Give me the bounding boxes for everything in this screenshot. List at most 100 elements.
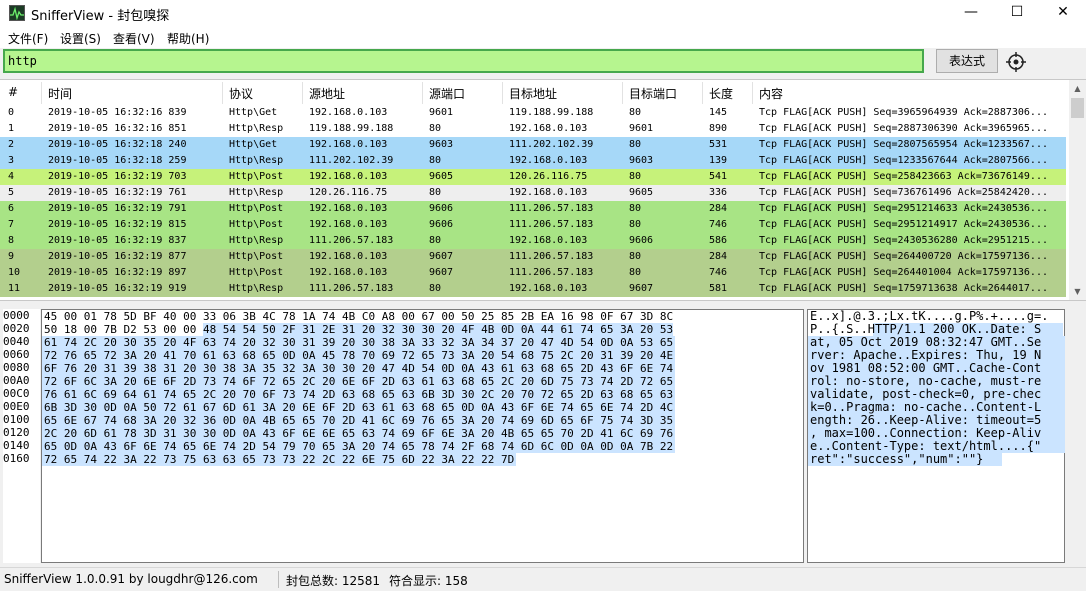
column-divider[interactable] <box>622 82 623 104</box>
hex-line: 72 6F 6C 3A 20 6E 6F 2D 73 74 6F 72 65 2… <box>42 375 803 388</box>
minimize-button[interactable]: — <box>948 0 994 26</box>
packet-source: 111.206.57.183 <box>309 235 394 246</box>
table-row[interactable]: 10 2019-10-05 16:32:19 897 Http\Post 192.16… <box>0 265 1066 281</box>
packet-source: 192.168.0.103 <box>309 203 388 214</box>
table-row[interactable]: 7 2019-10-05 16:32:19 815 Http\Post 192.168… <box>0 217 1066 233</box>
packet-rows: 0 2019-10-05 16:32:16 839 Http\Get 192.168.… <box>0 105 1066 297</box>
hex-dump-pane: 0000 0020 0040 0060 0080 00A0 00C0 00E0 0100 0120… <box>0 307 1086 565</box>
packet-destination-port: 80 <box>629 219 642 230</box>
maximize-button[interactable]: ☐ <box>994 0 1040 26</box>
column-divider[interactable] <box>502 82 503 104</box>
filter-input[interactable] <box>3 49 924 73</box>
packet-time: 2019-10-05 16:32:16 839 <box>48 107 187 118</box>
packet-list[interactable]: # 时间 协议 源地址 源端口 目标地址 目标端口 长度 内容 0 2019-10… <box>0 79 1086 301</box>
column-header-index[interactable]: # <box>8 85 18 99</box>
packet-length: 746 <box>709 219 728 230</box>
column-header-content[interactable]: 内容 <box>759 85 783 102</box>
hex-line: 45 00 01 78 5D BF 40 00 33 06 3B 4C 78 1… <box>42 310 803 323</box>
packet-time: 2019-10-05 16:32:19 791 <box>48 203 187 214</box>
packet-list-header: # 时间 协议 源地址 源端口 目标地址 目标端口 长度 内容 <box>0 80 1066 106</box>
packet-length: 746 <box>709 267 728 278</box>
hex-bytes: 61 74 2C 20 30 35 20 4F 63 74 20 32 30 3… <box>44 336 674 349</box>
scroll-down-arrow-icon[interactable]: ▼ <box>1069 283 1086 300</box>
table-row[interactable]: 3 2019-10-05 16:32:18 259 Http\Resp 111.202… <box>0 153 1066 169</box>
table-row[interactable]: 4 2019-10-05 16:32:19 703 Http\Post 192.168… <box>0 169 1066 185</box>
column-divider[interactable] <box>302 82 303 104</box>
hex-offset: 0040 <box>3 335 30 348</box>
column-header-protocol[interactable]: 协议 <box>229 85 253 102</box>
expression-button[interactable]: 表达式 <box>936 49 998 73</box>
packet-list-scrollbar[interactable]: ▲ ▼ <box>1069 80 1086 300</box>
column-divider[interactable] <box>222 82 223 104</box>
hex-line: 76 61 6C 69 64 61 74 65 2C 20 70 6F 73 7… <box>42 388 803 401</box>
packet-content: Tcp FLAG[ACK PUSH] Seq=1759713638 Ack=26… <box>759 283 1048 294</box>
packet-destination: 192.168.0.103 <box>509 283 588 294</box>
column-header-destination-port[interactable]: 目标端口 <box>629 85 677 102</box>
table-row[interactable]: 6 2019-10-05 16:32:19 791 Http\Post 192.168… <box>0 201 1066 217</box>
packet-time: 2019-10-05 16:32:19 877 <box>48 251 187 262</box>
packet-source: 192.168.0.103 <box>309 251 388 262</box>
packet-content: Tcp FLAG[ACK PUSH] Seq=2951214633 Ack=24… <box>759 203 1048 214</box>
column-divider[interactable] <box>752 82 753 104</box>
table-row[interactable]: 5 2019-10-05 16:32:19 761 Http\Resp 120.26.… <box>0 185 1066 201</box>
column-header-destination[interactable]: 目标地址 <box>509 85 557 102</box>
column-divider[interactable] <box>422 82 423 104</box>
column-divider[interactable] <box>41 82 42 104</box>
packet-index: 6 <box>8 203 15 214</box>
packet-content: Tcp FLAG[ACK PUSH] Seq=2807565954 Ack=12… <box>759 139 1048 150</box>
status-app-info: SnifferView 1.0.0.91 by lougdhr@126.com <box>4 572 258 586</box>
menu-help[interactable]: 帮助(H) <box>167 30 209 47</box>
packet-source-port: 9601 <box>429 107 454 118</box>
status-total-packets: 封包总数: 12581 <box>286 574 381 588</box>
packet-index: 4 <box>8 171 15 182</box>
table-row[interactable]: 0 2019-10-05 16:32:16 839 Http\Get 192.168.… <box>0 105 1066 121</box>
packet-destination: 119.188.99.188 <box>509 107 594 118</box>
packet-time: 2019-10-05 16:32:19 919 <box>48 283 187 294</box>
packet-destination: 192.168.0.103 <box>509 235 588 246</box>
column-divider[interactable] <box>702 82 703 104</box>
hex-line: 72 65 74 22 3A 22 73 75 63 63 65 73 73 2… <box>42 453 803 466</box>
packet-time: 2019-10-05 16:32:16 851 <box>48 123 187 134</box>
table-row[interactable]: 11 2019-10-05 16:32:19 919 Http\Resp 111.20… <box>0 281 1066 297</box>
menu-file[interactable]: 文件(F) <box>8 30 48 47</box>
hex-line: 50 18 00 7B D2 53 00 00 48 54 54 50 2F 3… <box>42 323 803 336</box>
column-header-length[interactable]: 长度 <box>709 85 733 102</box>
hex-bytes-view[interactable]: 45 00 01 78 5D BF 40 00 33 06 3B 4C 78 1… <box>41 309 804 563</box>
packet-destination-port: 80 <box>629 107 642 118</box>
table-row[interactable]: 1 2019-10-05 16:32:16 851 Http\Resp 119.188… <box>0 121 1066 137</box>
packet-destination-port: 80 <box>629 139 642 150</box>
packet-destination: 111.202.102.39 <box>509 139 594 150</box>
crosshair-icon[interactable] <box>1006 52 1026 72</box>
hex-offset: 0120 <box>3 426 30 439</box>
packet-index: 1 <box>8 123 15 134</box>
ascii-text: rver: Apache..Expires: Thu, 19 N <box>810 348 1042 362</box>
close-button[interactable]: ✕ <box>1040 0 1086 26</box>
ascii-view[interactable]: E..x].@.3.;Lx.tK....g.P%.+....g=. P..{.S.… <box>807 309 1065 563</box>
window-title: SnifferView - 封包嗅探 <box>31 9 170 24</box>
table-row[interactable]: 2 2019-10-05 16:32:18 240 Http\Get 192.168.… <box>0 137 1066 153</box>
column-header-source-port[interactable]: 源端口 <box>429 85 465 102</box>
packet-content: Tcp FLAG[ACK PUSH] Seq=3965964939 Ack=28… <box>759 107 1048 118</box>
ascii-text: at, 05 Oct 2019 08:32:47 GMT..Se <box>810 335 1042 349</box>
table-row[interactable]: 8 2019-10-05 16:32:19 837 Http\Resp 111.206… <box>0 233 1066 249</box>
table-row[interactable]: 9 2019-10-05 16:32:19 877 Http\Post 192.168… <box>0 249 1066 265</box>
packet-content: Tcp FLAG[ACK PUSH] Seq=264401004 Ack=175… <box>759 267 1048 278</box>
packet-time: 2019-10-05 16:32:18 259 <box>48 155 187 166</box>
hex-line: 2C 20 6D 61 78 3D 31 30 30 0D 0A 43 6F 6… <box>42 427 803 440</box>
packet-protocol: Http\Post <box>229 171 284 182</box>
menu-view[interactable]: 查看(V) <box>113 30 155 47</box>
menu-settings[interactable]: 设置(S) <box>60 30 101 47</box>
scroll-up-arrow-icon[interactable]: ▲ <box>1069 80 1086 97</box>
scrollbar-thumb[interactable] <box>1071 98 1084 118</box>
column-header-source[interactable]: 源地址 <box>309 85 345 102</box>
hex-offset: 00E0 <box>3 400 30 413</box>
hex-line: 6B 3D 30 0D 0A 50 72 61 67 6D 61 3A 20 6… <box>42 401 803 414</box>
ascii-text: e..Content-Type: text/html....{" <box>810 439 1042 453</box>
hex-offset: 00A0 <box>3 374 30 387</box>
column-header-time[interactable]: 时间 <box>48 85 72 102</box>
packet-destination: 192.168.0.103 <box>509 123 588 134</box>
sniffer-app-icon <box>9 5 25 21</box>
packet-content: Tcp FLAG[ACK PUSH] Seq=2951214917 Ack=24… <box>759 219 1048 230</box>
hex-bytes: 72 76 65 72 3A 20 41 70 61 63 68 65 0D 0… <box>44 349 674 362</box>
packet-content: Tcp FLAG[ACK PUSH] Seq=1233567644 Ack=28… <box>759 155 1048 166</box>
